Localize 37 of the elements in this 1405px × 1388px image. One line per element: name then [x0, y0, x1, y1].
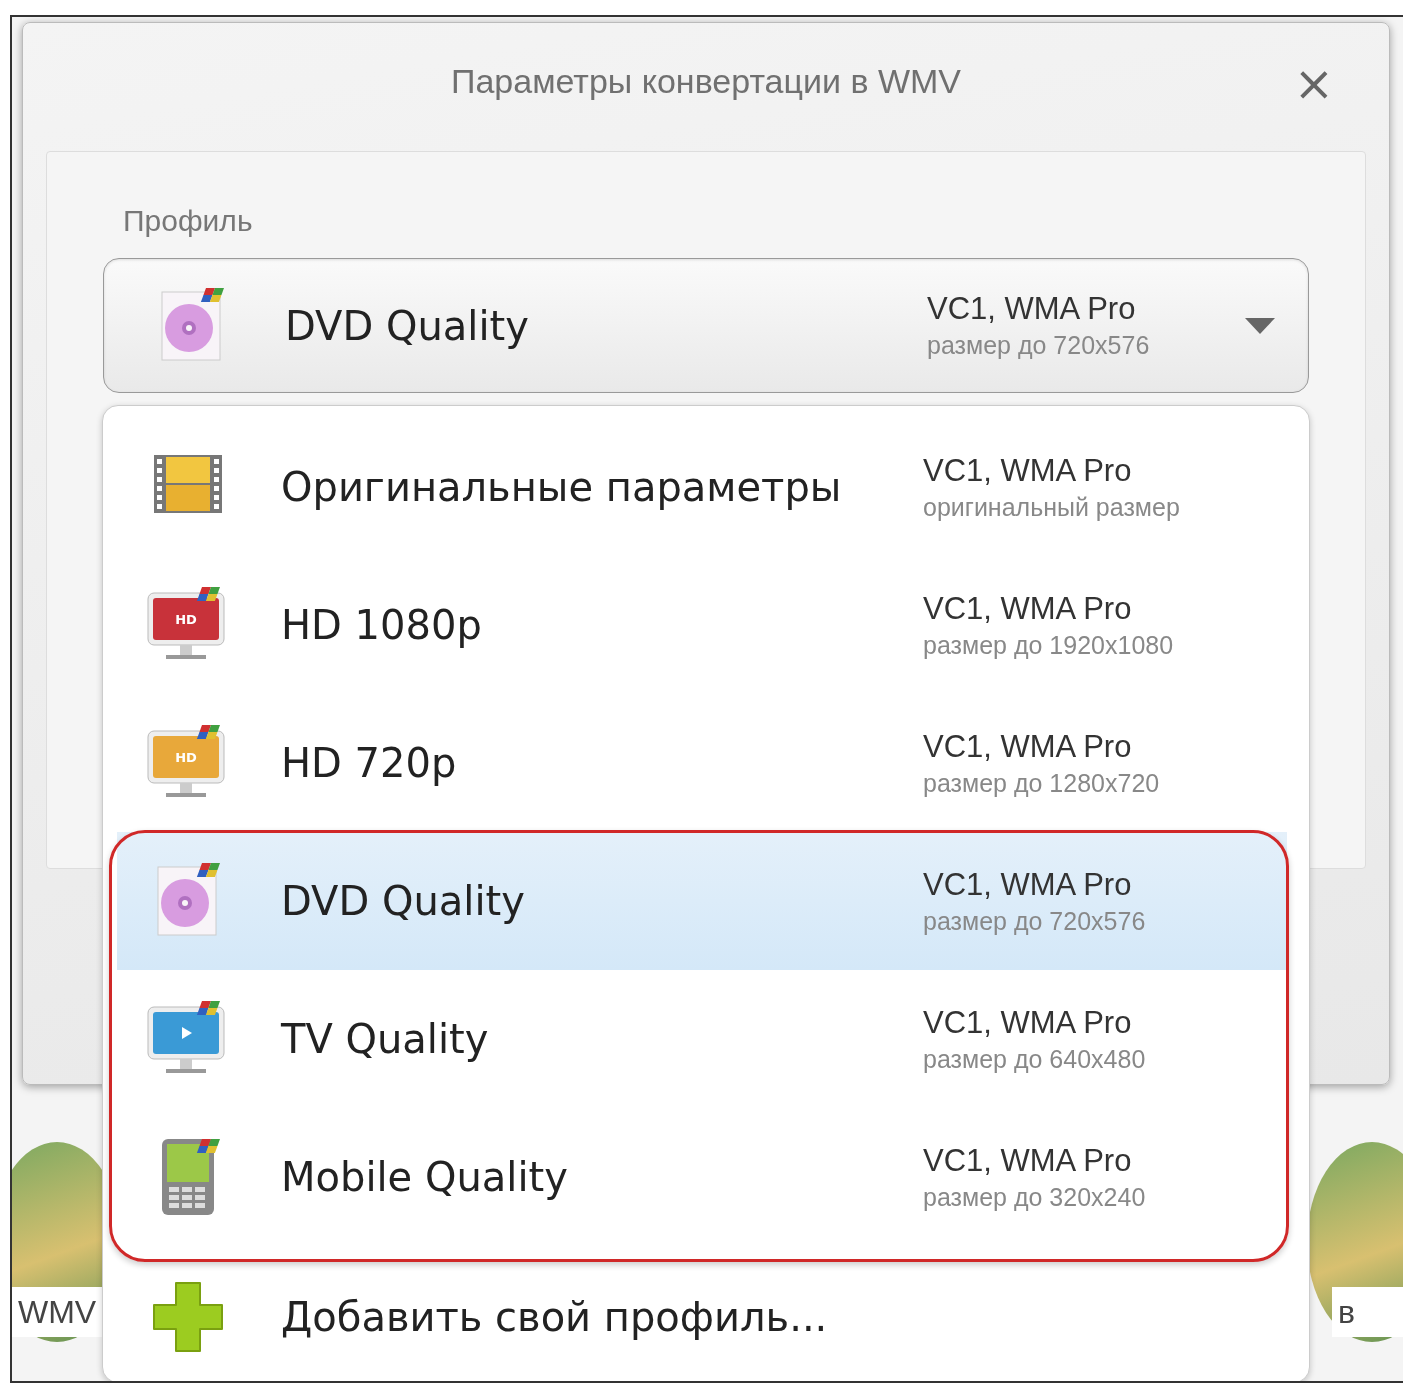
- profile-name: Оригинальные параметры: [281, 464, 843, 510]
- tile-label: WMV: [12, 1287, 103, 1337]
- codec-text: VC1, WMA Pro: [923, 590, 1133, 627]
- codec-text: VC1, WMA Pro: [923, 1004, 1133, 1041]
- size-text: размер до 640x480: [923, 1044, 1147, 1074]
- profile-option[interactable]: DVD Quality VC1, WMA Pro размер до 720x576: [117, 832, 1287, 970]
- add-profile-label: Добавить свой профиль...: [281, 1294, 829, 1340]
- codec-text: VC1, WMA Pro: [923, 866, 1133, 903]
- codec-text: VC1, WMA Pro: [927, 291, 1137, 327]
- size-text: размер до 720x576: [923, 906, 1147, 936]
- profile-option[interactable]: Mobile Quality VC1, WMA Pro размер до 320x240: [117, 1108, 1287, 1246]
- profile-dropdown[interactable]: DVD Quality VC1, WMA Pro размер до 720x576: [103, 258, 1309, 393]
- size-text: оригинальный размер: [923, 492, 1181, 522]
- codec-text: VC1, WMA Pro: [923, 728, 1133, 765]
- app-tile[interactable]: в: [1307, 1102, 1403, 1357]
- profile-option[interactable]: Оригинальные параметры VC1, WMA Pro оригинальный размер: [117, 418, 1287, 556]
- size-text: размер до 1280x720: [923, 768, 1161, 798]
- profile-option[interactable]: TV Quality VC1, WMA Pro размер до 640x480: [117, 970, 1287, 1108]
- profile-name: DVD Quality: [281, 878, 526, 924]
- add-profile-option[interactable]: Добавить свой профиль...: [117, 1248, 1287, 1381]
- close-button[interactable]: ×: [1289, 63, 1338, 103]
- profile-name: DVD Quality: [285, 302, 530, 349]
- profile-name: TV Quality: [281, 1016, 490, 1062]
- codec-text: VC1, WMA Pro: [923, 452, 1133, 489]
- profile-option[interactable]: HD HD 720p VC1, WMA Pro размер до 1280x720: [117, 694, 1287, 832]
- codec-text: VC1, WMA Pro: [923, 1142, 1133, 1179]
- tile-label: в: [1332, 1287, 1403, 1337]
- size-text: размер до 1920x1080: [923, 630, 1175, 660]
- size-text: размер до 320x240: [923, 1182, 1147, 1212]
- profile-label: Профиль: [123, 204, 254, 238]
- caret-icon: [1245, 317, 1275, 334]
- profile-name: HD 720p: [281, 740, 458, 786]
- profile-name: HD 1080p: [281, 602, 483, 648]
- size-text: размер до 720x576: [927, 331, 1151, 360]
- profile-option[interactable]: HD HD 1080p VC1, WMA Pro размер до 1920x1080: [117, 556, 1287, 694]
- dialog-title: Параметры конвертации в WMV: [451, 61, 961, 101]
- profile-name: Mobile Quality: [281, 1154, 569, 1200]
